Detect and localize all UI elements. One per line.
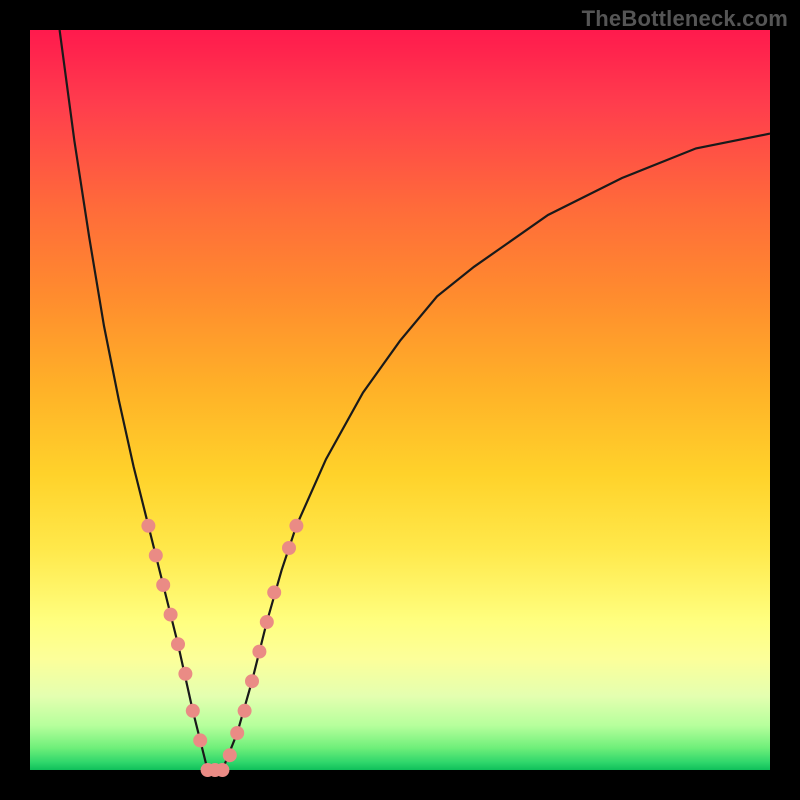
marker-group [141, 519, 303, 777]
highlight-marker [238, 704, 252, 718]
highlight-marker [245, 674, 259, 688]
highlight-marker [260, 615, 274, 629]
highlight-marker [141, 519, 155, 533]
highlight-marker [282, 541, 296, 555]
highlight-marker [149, 548, 163, 562]
highlight-marker [215, 763, 229, 777]
highlight-marker [223, 748, 237, 762]
curve-svg [30, 30, 770, 770]
plot-area [30, 30, 770, 770]
highlight-marker [156, 578, 170, 592]
watermark-text: TheBottleneck.com [582, 6, 788, 32]
highlight-marker [186, 704, 200, 718]
highlight-marker [267, 585, 281, 599]
highlight-marker [289, 519, 303, 533]
highlight-marker [164, 608, 178, 622]
highlight-marker [230, 726, 244, 740]
highlight-marker [171, 637, 185, 651]
highlight-marker [252, 645, 266, 659]
chart-frame: TheBottleneck.com [0, 0, 800, 800]
highlight-marker [193, 733, 207, 747]
bottleneck-curve [60, 30, 770, 770]
highlight-marker [178, 667, 192, 681]
